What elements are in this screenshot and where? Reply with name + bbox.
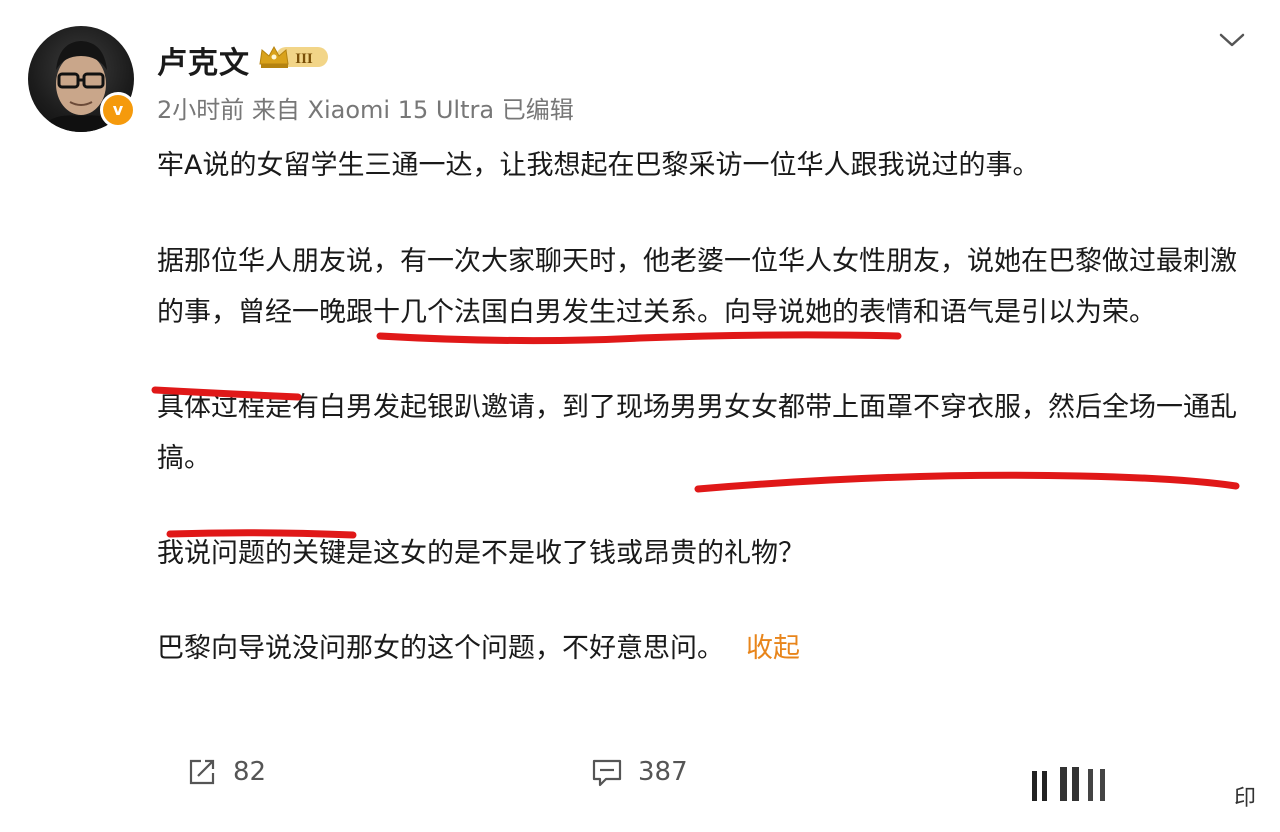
like-icon [1032, 767, 1105, 801]
verified-badge: v [100, 92, 136, 128]
crown-icon: III [259, 45, 328, 68]
post-paragraph-2: 据那位华人朋友说，有一次大家聊天时，他老婆一位华人女性朋友，说她在巴黎做过最刺激… [157, 246, 1237, 328]
comment-count: 387 [638, 757, 688, 787]
post-paragraph-3: 具体过程是有白男发起银趴邀请，到了现场男男女女都带上面罩不穿衣服，然后全场一通乱… [157, 392, 1237, 474]
repost-count: 82 [233, 757, 267, 787]
comment-button[interactable]: 387 [590, 755, 688, 789]
vip-badge: III [258, 42, 330, 76]
comment-icon [592, 759, 622, 787]
watermark: 印 [1234, 786, 1257, 811]
chevron-down-icon[interactable] [1218, 30, 1246, 54]
post-paragraph-5: 巴黎向导说没问那女的这个问题，不好意思问。 收起 [157, 623, 1257, 674]
share-icon [189, 759, 215, 785]
post-paragraph-4: 我说问题的关键是这女的是不是收了钱或昂贵的礼物？ [157, 538, 805, 569]
author-name[interactable]: 卢克文 [157, 38, 250, 82]
vip-level-text: III [295, 51, 313, 67]
post-paragraph-1: 牢A说的女留学生三通一达，让我想起在巴黎采访一位华人跟我说过的事。 [157, 150, 1040, 181]
post-meta: 2小时前 来自 Xiaomi 15 Ultra 已编辑 [157, 96, 574, 124]
post-content: 牢A说的女留学生三通一达，让我想起在巴黎采访一位华人跟我说过的事。 据那位华人朋… [157, 140, 1257, 674]
like-button[interactable] [1030, 755, 1120, 805]
author-avatar-wrap[interactable]: v [28, 26, 136, 132]
repost-button[interactable]: 82 [185, 755, 266, 789]
collapse-link[interactable]: 收起 [746, 633, 800, 664]
post-paragraph-5-text: 巴黎向导说没问那女的这个问题，不好意思问。 [157, 633, 724, 664]
